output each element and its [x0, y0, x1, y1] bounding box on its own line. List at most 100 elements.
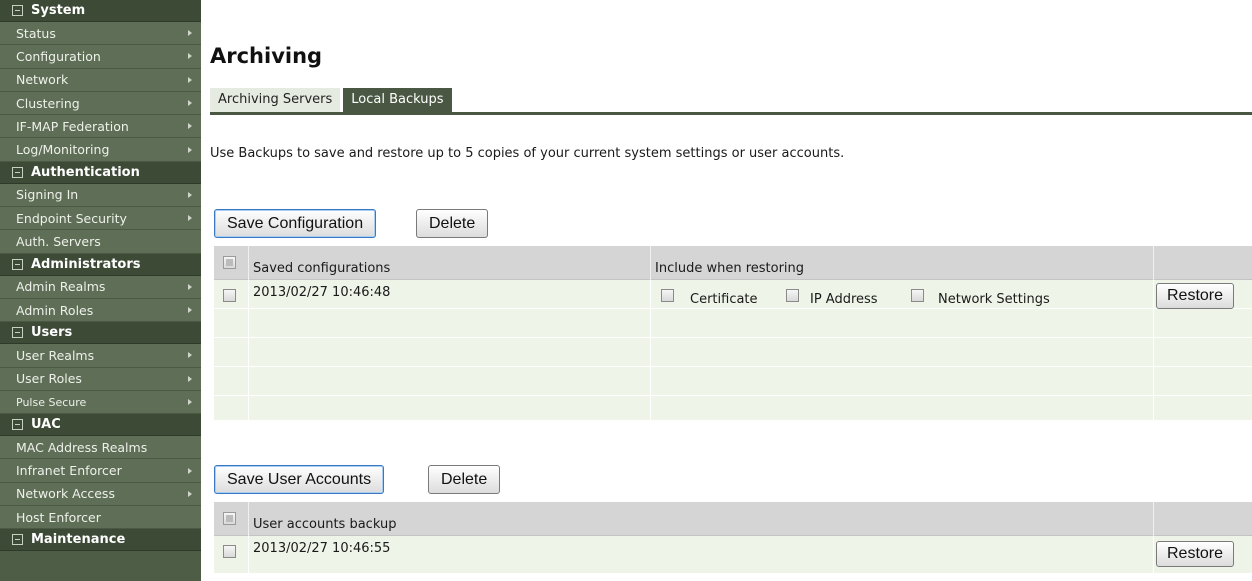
sidebar-item-label: User Roles	[16, 371, 82, 387]
sidebar-item-endpoint-security[interactable]: Endpoint Security	[0, 207, 201, 231]
sidebar-item-label: Admin Roles	[16, 302, 94, 318]
section-title: Maintenance	[31, 532, 126, 548]
sidebar-item-label: User Realms	[16, 347, 95, 363]
sidebar-item-label: Clustering	[16, 95, 80, 111]
page-description: Use Backups to save and restore up to 5 …	[210, 146, 845, 161]
sidebar-item-label: Network Access	[16, 486, 115, 502]
collapse-icon	[12, 5, 23, 16]
save-user-accounts-button[interactable]: Save User Accounts	[214, 465, 385, 494]
section-title: System	[31, 3, 86, 18]
chevron-right-icon	[188, 100, 192, 107]
collapse-icon	[12, 166, 23, 178]
chevron-right-icon	[188, 53, 192, 60]
table-row: 2013/02/27 10:46:55 Restore	[214, 536, 1252, 574]
table-row	[214, 309, 1252, 338]
sidebar-item-pulse-secure[interactable]: Pulse Secure	[0, 390, 201, 415]
table-row	[214, 338, 1252, 367]
chevron-right-icon	[188, 375, 192, 382]
chevron-right-icon	[188, 283, 192, 290]
sidebar-item-label: MAC Address Realms	[16, 439, 148, 455]
sidebar-item-infranet-enforcer[interactable]: Infranet Enforcer	[0, 459, 201, 483]
delete-configuration-button[interactable]: Delete	[416, 209, 489, 238]
sidebar-item-ifmap-federation[interactable]: IF-MAP Federation	[0, 115, 201, 139]
sidebar-item-user-roles[interactable]: User Roles	[0, 367, 201, 391]
sidebar-item-label: Configuration	[16, 48, 101, 64]
network-settings-label: Network Settings	[938, 292, 1050, 307]
section-title: Users	[31, 325, 73, 341]
tab-divider	[210, 112, 1252, 115]
tab-archiving-servers[interactable]: Archiving Servers	[210, 88, 341, 112]
section-title: Administrators	[31, 256, 141, 272]
table-header: User accounts backup	[214, 502, 1252, 536]
sidebar-item-admin-roles[interactable]: Admin Roles	[0, 298, 201, 323]
sidebar-item-network-access[interactable]: Network Access	[0, 482, 201, 507]
user-accounts-table: User accounts backup 2013/02/27 10:46:55…	[214, 502, 1252, 574]
save-configuration-button[interactable]: Save Configuration	[214, 209, 377, 238]
chevron-right-icon	[188, 146, 192, 153]
sidebar-item-auth-servers[interactable]: Auth. Servers	[0, 230, 201, 254]
chevron-right-icon	[188, 490, 192, 497]
sidebar-item-status[interactable]: Status	[0, 22, 201, 46]
sidebar-item-user-realms[interactable]: User Realms	[0, 344, 201, 368]
sidebar-item-clustering[interactable]: Clustering	[0, 91, 201, 116]
section-title: Authentication	[31, 164, 140, 180]
sidebar-item-signing-in[interactable]: Signing In	[0, 183, 201, 208]
sidebar-section-administrators[interactable]: Administrators	[0, 253, 201, 276]
select-all-checkbox[interactable]	[223, 512, 236, 525]
sidebar-item-label: Endpoint Security	[16, 210, 127, 226]
tab-bar: Archiving Servers Local Backups	[210, 88, 452, 112]
collapse-icon	[12, 419, 23, 431]
chevron-right-icon	[188, 307, 192, 314]
sidebar-section-authentication[interactable]: Authentication	[0, 161, 201, 184]
column-user-accounts-backup: User accounts backup	[253, 517, 397, 532]
delete-user-accounts-button[interactable]: Delete	[428, 465, 501, 494]
sidebar-section-uac[interactable]: UAC	[0, 414, 201, 437]
sidebar-item-label: Signing In	[16, 187, 79, 203]
certificate-label: Certificate	[690, 292, 758, 307]
network-settings-checkbox[interactable]	[911, 289, 924, 302]
chevron-right-icon	[188, 399, 192, 405]
sidebar-item-label: Status	[16, 25, 56, 41]
sidebar-item-mac-address-realms[interactable]: MAC Address Realms	[0, 436, 201, 460]
page-title: Archiving	[210, 44, 323, 68]
column-saved-configurations: Saved configurations	[253, 261, 391, 276]
sidebar-section-users[interactable]: Users	[0, 322, 201, 345]
table-header: Saved configurations Include when restor…	[214, 246, 1252, 280]
sidebar-item-network[interactable]: Network	[0, 68, 201, 92]
chevron-right-icon	[188, 467, 192, 474]
row-select-checkbox[interactable]	[223, 289, 236, 302]
sidebar-item-label: Admin Realms	[16, 279, 106, 295]
sidebar-item-label: Pulse Secure	[16, 395, 87, 409]
chevron-right-icon	[188, 191, 192, 198]
sidebar-item-configuration[interactable]: Configuration	[0, 45, 201, 69]
sidebar-item-label: Auth. Servers	[16, 234, 101, 250]
chevron-right-icon	[188, 123, 192, 130]
ip-address-checkbox[interactable]	[786, 289, 799, 302]
table-row	[214, 367, 1252, 396]
collapse-icon	[12, 258, 23, 270]
sidebar-item-label: IF-MAP Federation	[16, 118, 129, 134]
select-all-checkbox[interactable]	[223, 256, 236, 269]
chevron-right-icon	[188, 215, 192, 222]
sidebar-item-log-monitoring[interactable]: Log/Monitoring	[0, 138, 201, 162]
sidebar-item-label: Infranet Enforcer	[16, 463, 122, 479]
sidebar-item-admin-realms[interactable]: Admin Realms	[0, 275, 201, 299]
sidebar-item-label: Host Enforcer	[16, 509, 101, 525]
row-select-checkbox[interactable]	[223, 545, 236, 558]
restore-button[interactable]: Restore	[1156, 283, 1235, 309]
restore-button[interactable]: Restore	[1156, 541, 1235, 567]
tab-local-backups[interactable]: Local Backups	[343, 88, 452, 112]
chevron-right-icon	[188, 352, 192, 359]
table-row: 2013/02/27 10:46:48 Certificate IP Addre…	[214, 280, 1252, 309]
sidebar-item-label: Log/Monitoring	[16, 142, 110, 158]
collapse-icon	[12, 327, 23, 339]
sidebar-section-system[interactable]: System	[0, 0, 201, 22]
chevron-right-icon	[188, 76, 192, 83]
ip-address-label: IP Address	[810, 292, 878, 307]
backup-date: 2013/02/27 10:46:55	[253, 541, 391, 556]
sidebar-item-host-enforcer[interactable]: Host Enforcer	[0, 506, 201, 530]
certificate-checkbox[interactable]	[661, 289, 674, 302]
sidebar-section-maintenance[interactable]: Maintenance	[0, 529, 201, 552]
section-title: UAC	[31, 417, 61, 433]
column-include-when-restoring: Include when restoring	[655, 261, 805, 276]
